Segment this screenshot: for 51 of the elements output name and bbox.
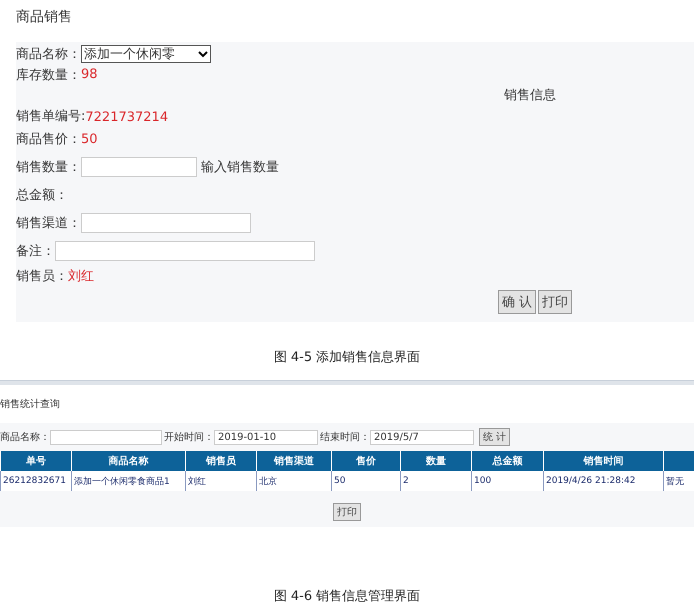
field-value: 刘红 — [68, 268, 94, 284]
input-field[interactable] — [81, 157, 197, 177]
print-button[interactable]: 打印 — [333, 503, 361, 521]
table-cell: 2019/4/26 21:28:42 — [544, 471, 664, 491]
hint-text: 输入销售数量 — [201, 159, 280, 176]
print-button[interactable]: 打印 — [538, 290, 572, 314]
search-button[interactable]: 统 计 — [479, 428, 510, 446]
table-cell: 26212832671 — [0, 471, 72, 491]
product-dropdown[interactable]: 添加一个休闲零 — [81, 44, 211, 62]
section-title: 销售信息 — [504, 87, 556, 104]
table-cell: 100 — [472, 471, 544, 491]
table-cell: 添加一个休闲零食商品1 — [72, 471, 186, 491]
field-label: 销售单编号: — [16, 108, 86, 125]
column-header: 商品名称 — [72, 451, 186, 471]
input-field[interactable] — [50, 430, 162, 444]
column-header: 销售员 — [186, 451, 256, 471]
table-cell: 暂无 — [664, 471, 694, 491]
table-cell: 50 — [332, 471, 400, 491]
page-title: 销售统计查询 — [0, 398, 61, 412]
field-label: 销售员： — [16, 268, 68, 284]
field-label: 商品售价： — [16, 131, 81, 148]
column-header: 销售渠道 — [256, 451, 332, 471]
confirm-button[interactable]: 确 认 — [498, 290, 536, 314]
field-label: 销售数量： — [16, 159, 81, 176]
input-field[interactable]: 2019-01-10 — [214, 430, 318, 444]
field-label: 备注： — [16, 243, 55, 260]
field-label: 总金额： — [16, 187, 68, 204]
column-header: 单号 — [0, 451, 72, 471]
column-header: 销售时间 — [544, 451, 664, 471]
column-header: 总金额 — [472, 451, 544, 471]
filter-label: 开始时间： — [164, 430, 214, 444]
figure-caption: 图 4-5 添加销售信息界面 — [272, 349, 422, 367]
input-field[interactable]: 2019/5/7 — [370, 430, 474, 444]
input-field[interactable] — [55, 241, 315, 261]
field-value: 50 — [81, 132, 98, 146]
column-header: 数量 — [400, 451, 472, 471]
table-cell: 2 — [400, 471, 472, 491]
column-header: 售价 — [332, 451, 400, 471]
field-label: 销售渠道： — [16, 215, 81, 232]
field-label: 库存数量： — [16, 66, 81, 84]
table-cell: 刘红 — [186, 471, 256, 491]
field-value: 98 — [81, 67, 98, 82]
field-label: 商品名称： — [16, 46, 81, 62]
table-cell: 北京 — [256, 471, 332, 491]
filter-label: 结束时间： — [320, 430, 370, 444]
field-value: 7221737214 — [85, 110, 168, 125]
input-field[interactable] — [81, 213, 251, 233]
filter-label: 商品名称： — [0, 430, 50, 444]
caret-icon — [198, 50, 208, 58]
figure-caption: 图 4-6 销售信息管理界面 — [272, 588, 422, 605]
page-title: 商品销售 — [15, 8, 73, 27]
